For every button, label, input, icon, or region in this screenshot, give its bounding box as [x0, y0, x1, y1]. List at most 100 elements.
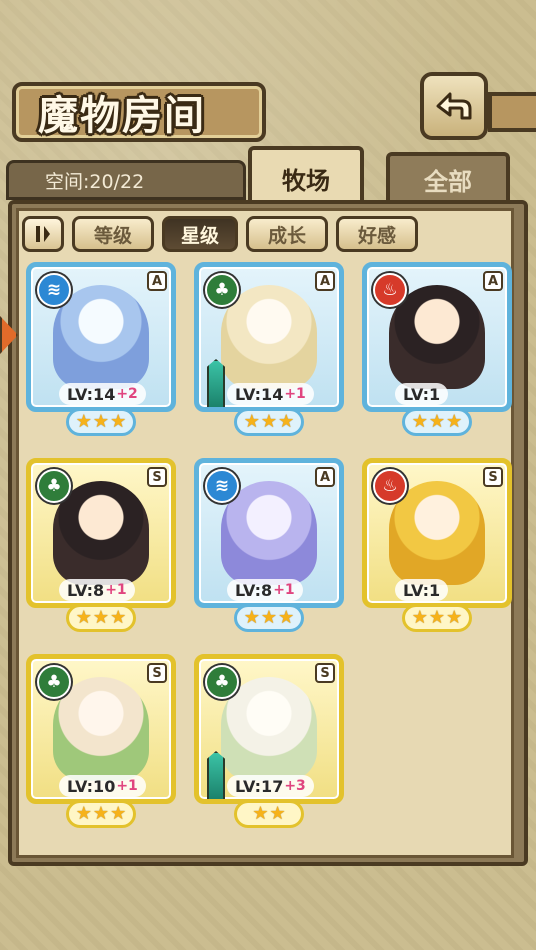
rarity-badge: S	[483, 467, 503, 487]
plant-element-icon: ♣	[205, 273, 239, 307]
water-element-icon: ≋	[205, 469, 239, 503]
level-value: LV:1	[403, 384, 441, 404]
star-icon: ★	[75, 411, 92, 432]
monster-portrait	[53, 677, 149, 781]
star-icon: ★	[428, 411, 446, 432]
monster-card[interactable]: ♣ S LV:17 +3 ★ ★	[194, 654, 344, 830]
level-label: LV:14 +1	[227, 383, 314, 405]
star-rating: ★ ★ ★	[66, 800, 136, 828]
level-label: LV:8 +1	[59, 579, 135, 601]
star-icon: ★	[260, 607, 278, 628]
rarity-badge: S	[147, 467, 167, 487]
monster-card[interactable]: ≋ A LV:8 +1 ★ ★ ★	[194, 458, 344, 634]
tab-ranch[interactable]: 牧场	[248, 146, 364, 206]
sort-order-toggle[interactable]	[22, 216, 64, 252]
monster-card-frame: ♣ S LV:17 +3	[194, 654, 344, 804]
level-label: LV:8 +1	[227, 579, 303, 601]
back-button-rail	[488, 92, 536, 132]
monster-card[interactable]: ♨ A LV:1 ★ ★ ★	[362, 262, 512, 438]
star-icon: ★	[75, 803, 92, 824]
back-button[interactable]	[420, 72, 488, 140]
star-rating: ★ ★ ★	[402, 408, 472, 436]
sort-growth-label: 成长	[267, 224, 306, 247]
level-label: LV:17 +3	[227, 775, 314, 797]
tab-all-label: 全部	[424, 166, 472, 196]
monster-portrait	[53, 481, 149, 585]
monster-card-frame: ♣ A LV:14 +1	[194, 262, 344, 412]
rarity-badge: S	[147, 663, 167, 683]
star-icon: ★	[428, 607, 446, 628]
star-icon: ★	[92, 411, 110, 432]
sort-level-label: 等级	[93, 224, 132, 247]
star-rating: ★ ★ ★	[66, 604, 136, 632]
tab-ranch-label: 牧场	[282, 165, 330, 195]
monster-card[interactable]: ♨ S LV:1 ★ ★ ★	[362, 458, 512, 634]
back-arrow-icon	[436, 92, 472, 120]
star-icon: ★	[110, 411, 127, 432]
level-value: LV:14	[67, 384, 116, 404]
rarity-badge: A	[315, 467, 335, 487]
level-bonus: +1	[105, 582, 127, 598]
monster-portrait	[389, 481, 485, 585]
star-icon: ★	[446, 607, 463, 628]
star-rating: ★ ★ ★	[234, 408, 304, 436]
monster-card[interactable]: ♣ A LV:14 +1 ★ ★ ★	[194, 262, 344, 438]
sort-star-label: 星级	[180, 224, 219, 247]
star-icon: ★	[75, 607, 92, 628]
monster-card-frame: ≋ A LV:14 +2	[26, 262, 176, 412]
star-icon: ★	[92, 607, 110, 628]
star-rating: ★ ★	[234, 800, 304, 828]
level-value: LV:8	[67, 580, 105, 600]
plant-element-icon: ♣	[37, 665, 71, 699]
sort-affection-label: 好感	[357, 224, 396, 247]
star-icon: ★	[92, 803, 110, 824]
bottom-background	[0, 866, 536, 950]
star-icon: ★	[243, 607, 260, 628]
star-icon: ★	[278, 411, 295, 432]
star-icon: ★	[446, 411, 463, 432]
level-value: LV:10	[67, 776, 116, 796]
space-capacity-bar: 空间:20/22	[6, 160, 246, 200]
level-label: LV:1	[395, 579, 449, 601]
level-value: LV:8	[235, 580, 273, 600]
sort-star-button[interactable]: 星级	[162, 216, 238, 252]
sort-bar: 等级 星级 成长 好感	[22, 214, 418, 254]
sort-affection-button[interactable]: 好感	[336, 216, 418, 252]
tab-all[interactable]: 全部	[386, 152, 510, 202]
sort-level-button[interactable]: 等级	[72, 216, 154, 252]
rarity-badge: A	[483, 271, 503, 291]
rarity-badge: A	[315, 271, 335, 291]
monster-card[interactable]: ♣ S LV:10 +1 ★ ★ ★	[26, 654, 176, 830]
rarity-badge: S	[315, 663, 335, 683]
star-icon: ★	[110, 607, 127, 628]
level-label: LV:10 +1	[59, 775, 146, 797]
monster-card-frame: ≋ A LV:8 +1	[194, 458, 344, 608]
sort-order-icon	[36, 226, 50, 242]
space-capacity-text: 空间:20/22	[45, 170, 145, 193]
title-banner: 魔物房间	[12, 82, 266, 142]
monster-portrait	[389, 285, 485, 389]
rarity-badge: A	[147, 271, 167, 291]
monster-card-frame: ♨ S LV:1	[362, 458, 512, 608]
star-rating: ★ ★ ★	[234, 604, 304, 632]
star-icon: ★	[269, 803, 286, 824]
star-icon: ★	[411, 607, 428, 628]
star-rating: ★ ★ ★	[66, 408, 136, 436]
monster-card-frame: ♣ S LV:8 +1	[26, 458, 176, 608]
level-label: LV:14 +2	[59, 383, 146, 405]
level-bonus: +2	[116, 386, 138, 402]
fire-element-icon: ♨	[373, 273, 407, 307]
monster-portrait	[221, 677, 317, 781]
monster-portrait	[221, 481, 317, 585]
star-icon: ★	[278, 607, 295, 628]
star-icon: ★	[260, 411, 278, 432]
sort-growth-button[interactable]: 成长	[246, 216, 328, 252]
level-value: LV:1	[403, 580, 441, 600]
monster-card-frame: ♣ S LV:10 +1	[26, 654, 176, 804]
monster-card[interactable]: ≋ A LV:14 +2 ★ ★ ★	[26, 262, 176, 438]
level-bonus: +1	[284, 386, 306, 402]
monster-card[interactable]: ♣ S LV:8 +1 ★ ★ ★	[26, 458, 176, 634]
fire-element-icon: ♨	[373, 469, 407, 503]
water-element-icon: ≋	[37, 273, 71, 307]
plant-element-icon: ♣	[37, 469, 71, 503]
